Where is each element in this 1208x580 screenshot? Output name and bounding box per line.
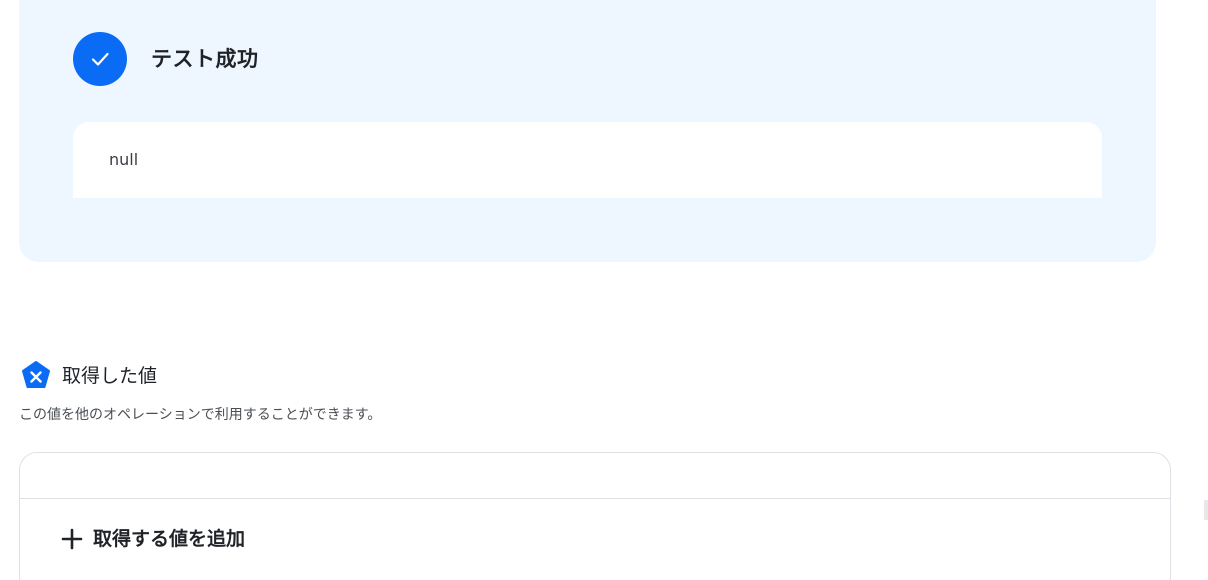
test-output-value: null [109,150,139,169]
variable-hex-icon [22,361,50,388]
page: テスト成功 null 取得した値 この値を他のオペレーションで利用することができ… [0,0,1208,580]
acquired-values-header: 取得した値 [20,360,157,392]
add-value-button[interactable]: 取得する値を追加 [61,525,245,553]
check-icon [73,32,127,86]
acquired-values-description: この値を他のオペレーションで利用することができます。 [19,407,382,423]
test-output-box: null [73,122,1102,198]
acquired-values-box: 取得する値を追加 [19,452,1171,580]
plus-icon [61,528,83,550]
scrollbar-edge[interactable] [1204,500,1208,520]
values-divider [20,498,1170,499]
test-result-title: テスト成功 [151,47,259,71]
acquired-values-title: 取得した値 [62,365,158,387]
add-value-label: 取得する値を追加 [93,528,246,550]
